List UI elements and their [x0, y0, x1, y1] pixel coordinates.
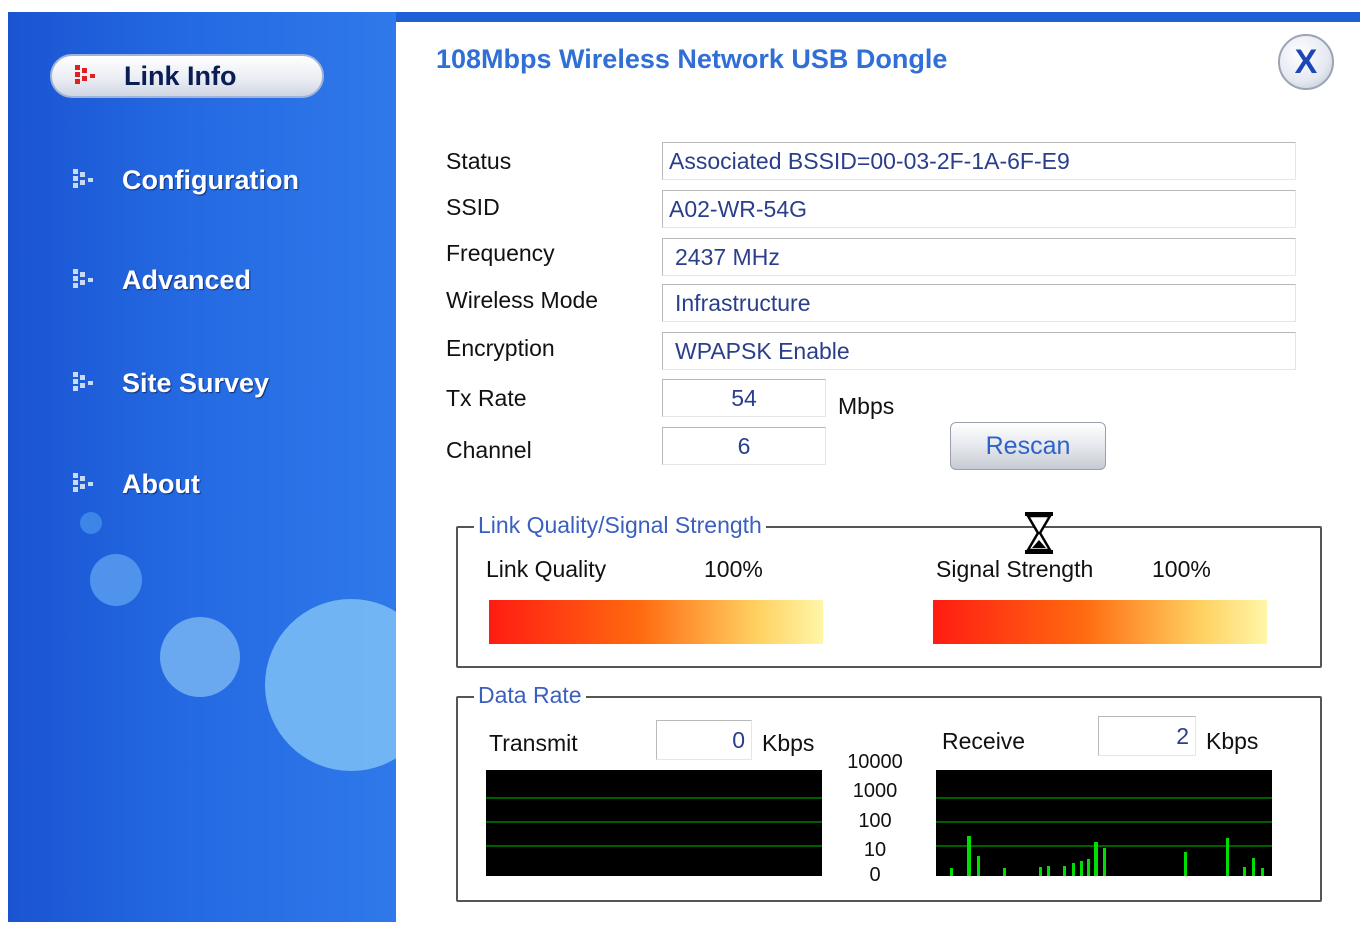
dots-icon	[70, 370, 98, 396]
dots-icon	[70, 267, 98, 293]
scale-label: 10	[863, 839, 887, 861]
dots-icon	[70, 167, 98, 193]
window-title: 108Mbps Wireless Network USB Dongle	[436, 44, 948, 74]
sidebar-item-label: About	[122, 468, 200, 499]
signal-group-label: Link Quality/Signal Strength	[474, 512, 766, 539]
sidebar-item-configuration[interactable]: Configuration	[50, 158, 324, 202]
receive-unit: Kbps	[1206, 728, 1259, 754]
dots-icon	[72, 63, 100, 89]
signal-group	[456, 526, 1322, 668]
transmit-graph	[486, 770, 822, 876]
signal-strength-label: Signal Strength	[936, 556, 1094, 582]
wireless-mode-label: Wireless Mode	[446, 287, 599, 313]
sidebar-item-advanced[interactable]: Advanced	[50, 258, 324, 302]
decor-bubble	[265, 599, 396, 771]
sidebar: Link Info Configuration Advanced Site Su…	[8, 12, 396, 922]
transmit-unit: Kbps	[762, 730, 815, 756]
decor-bubble	[80, 512, 102, 534]
tx-rate-field: 54	[662, 379, 826, 417]
scale-label: 10000	[847, 751, 903, 773]
ssid-field: A02-WR-54G	[662, 190, 1296, 228]
transmit-field: 0	[656, 720, 752, 760]
close-button[interactable]: X	[1278, 34, 1334, 90]
sidebar-item-about[interactable]: About	[50, 462, 324, 506]
link-quality-value: 100%	[704, 556, 763, 582]
sidebar-item-label: Link Info	[124, 60, 237, 91]
signal-strength-value: 100%	[1152, 556, 1211, 582]
app-window: Link Info Configuration Advanced Site Su…	[8, 12, 1360, 922]
link-quality-bar	[489, 600, 823, 644]
sidebar-item-label: Site Survey	[122, 367, 270, 398]
frequency-field: 2437 MHz	[662, 238, 1296, 276]
scale-label: 100	[858, 810, 892, 832]
close-icon: X	[1294, 42, 1318, 81]
dots-icon	[70, 471, 98, 497]
tx-rate-label: Tx Rate	[446, 385, 527, 411]
status-label: Status	[446, 148, 512, 174]
encryption-field: WPAPSK Enable	[662, 332, 1296, 370]
receive-graph	[936, 770, 1272, 876]
status-field: Associated BSSID=00-03-2F-1A-6F-E9	[662, 142, 1296, 180]
data-rate-group-label: Data Rate	[474, 682, 586, 709]
rescan-button[interactable]: Rescan	[950, 422, 1106, 470]
sidebar-item-link-info[interactable]: Link Info	[50, 54, 324, 98]
decor-bubble	[160, 617, 240, 697]
sidebar-item-site-survey[interactable]: Site Survey	[50, 361, 324, 405]
encryption-label: Encryption	[446, 335, 555, 361]
frequency-label: Frequency	[446, 240, 555, 266]
tx-rate-unit: Mbps	[838, 393, 895, 419]
receive-field: 2	[1098, 716, 1196, 756]
receive-label: Receive	[942, 728, 1026, 754]
transmit-label: Transmit	[489, 730, 578, 756]
link-quality-label: Link Quality	[486, 556, 607, 582]
scale-label: 0	[869, 864, 881, 886]
signal-strength-bar	[933, 600, 1267, 644]
channel-label: Channel	[446, 437, 532, 463]
hourglass-cursor-icon	[1025, 512, 1053, 554]
scale-label: 1000	[852, 780, 898, 802]
sidebar-item-label: Advanced	[122, 264, 252, 295]
sidebar-item-label: Configuration	[122, 164, 299, 195]
channel-field: 6	[662, 427, 826, 465]
decor-bubble	[90, 554, 142, 606]
ssid-label: SSID	[446, 194, 500, 220]
wireless-mode-field: Infrastructure	[662, 284, 1296, 322]
